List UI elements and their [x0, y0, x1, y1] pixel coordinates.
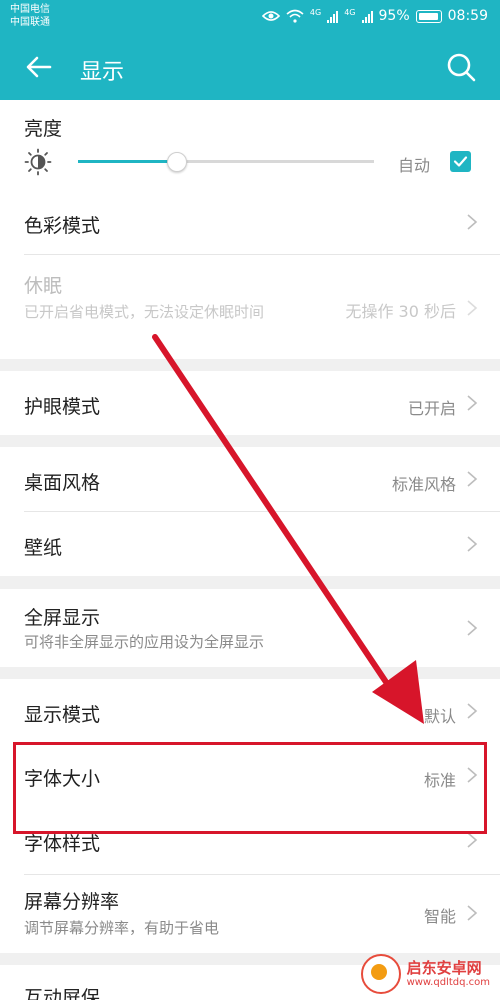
section-gap	[0, 667, 500, 679]
brightness-slider-thumb[interactable]	[166, 152, 187, 172]
eye-comfort-label: 护眼模式	[24, 396, 101, 418]
color-mode-label: 色彩模式	[24, 215, 101, 237]
watermark: 启东安卓网 www.qdltdq.com	[360, 954, 490, 994]
resolution-label: 屏幕分辨率	[24, 891, 120, 913]
display-mode-label: 显示模式	[24, 704, 101, 726]
status-icons: 4G 4G 95% 08:59	[261, 8, 488, 24]
section-gap	[0, 359, 500, 371]
wallpaper-label: 壁纸	[24, 537, 63, 559]
signal-icon-1	[327, 10, 339, 23]
font-size-value: 标准	[423, 771, 456, 790]
screensaver-label: 互动屏保	[24, 987, 101, 1000]
brightness-slider-fill	[78, 160, 176, 163]
chevron-right-icon	[467, 905, 478, 921]
fullscreen-item[interactable]: 全屏显示 可将非全屏显示的应用设为全屏显示	[0, 589, 500, 667]
signal-icon-2	[361, 10, 373, 23]
color-mode-item[interactable]: 色彩模式	[0, 190, 500, 254]
battery-percent: 95%	[378, 8, 410, 24]
brightness-sun-icon	[24, 148, 52, 176]
display-mode-value: 默认	[423, 707, 456, 726]
brightness-section: 亮度	[0, 100, 500, 190]
search-icon[interactable]	[444, 50, 478, 84]
home-style-value: 标准风格	[391, 475, 456, 494]
home-style-label: 桌面风格	[24, 472, 101, 494]
eye-comfort-item[interactable]: 护眼模式 已开启	[0, 371, 500, 435]
watermark-url: www.qdltdq.com	[406, 977, 490, 988]
eye-comfort-value: 已开启	[407, 399, 456, 418]
wallpaper-item[interactable]: 壁纸	[0, 512, 500, 576]
display-mode-item[interactable]: 显示模式 默认	[0, 679, 500, 743]
chevron-right-icon	[467, 832, 478, 848]
network-type-1: 4G	[309, 8, 322, 17]
font-size-item[interactable]: 字体大小 标准	[0, 744, 500, 808]
font-style-label: 字体样式	[24, 833, 101, 855]
fullscreen-description: 可将非全屏显示的应用设为全屏显示	[24, 633, 265, 651]
network-type-2: 4G	[344, 8, 356, 17]
eye-icon	[261, 11, 280, 21]
app-bar: 显示	[0, 36, 500, 100]
sleep-item: 休眠 已开启省电模式，无法设定休眠时间 无操作 30 秒后	[0, 255, 500, 359]
resolution-description: 调节屏幕分辨率，有助于省电	[24, 919, 220, 937]
carrier-2: 中国联通	[10, 17, 50, 28]
sleep-description: 已开启省电模式，无法设定休眠时间	[24, 303, 265, 321]
font-style-item[interactable]: 字体样式	[0, 810, 500, 874]
carrier-info: 中国电信 中国联通	[10, 3, 50, 29]
chevron-right-icon	[467, 214, 478, 230]
brightness-slider[interactable]	[78, 152, 374, 172]
watermark-logo-icon	[360, 954, 401, 994]
chevron-right-icon	[467, 536, 478, 552]
chevron-right-icon	[467, 300, 478, 316]
chevron-right-icon	[467, 471, 478, 487]
chevron-right-icon	[467, 703, 478, 719]
wifi-icon	[286, 9, 304, 23]
section-gap	[0, 576, 500, 589]
font-size-label: 字体大小	[24, 768, 101, 790]
carrier-1: 中国电信	[10, 4, 50, 15]
chevron-right-icon	[467, 395, 478, 411]
auto-brightness-label: 自动	[398, 156, 431, 175]
chevron-right-icon	[467, 767, 478, 783]
resolution-value: 智能	[423, 907, 456, 926]
auto-brightness-checkbox[interactable]	[450, 151, 471, 172]
home-style-item[interactable]: 桌面风格 标准风格	[0, 447, 500, 511]
resolution-item[interactable]: 屏幕分辨率 调节屏幕分辨率，有助于省电 智能	[0, 875, 500, 953]
clock: 08:59	[447, 8, 488, 24]
watermark-name: 启东安卓网	[406, 959, 482, 977]
check-icon	[453, 156, 468, 167]
sleep-label: 休眠	[24, 275, 63, 297]
sleep-value: 无操作 30 秒后	[345, 302, 456, 321]
section-gap	[0, 435, 500, 447]
fullscreen-label: 全屏显示	[24, 607, 101, 629]
status-bar: 中国电信 中国联通 4G 4G 95% 08:59	[0, 0, 500, 36]
back-arrow-icon[interactable]	[22, 50, 56, 84]
page-title: 显示	[80, 60, 125, 85]
battery-icon	[415, 9, 442, 23]
chevron-right-icon	[467, 620, 478, 636]
brightness-label: 亮度	[24, 118, 63, 140]
